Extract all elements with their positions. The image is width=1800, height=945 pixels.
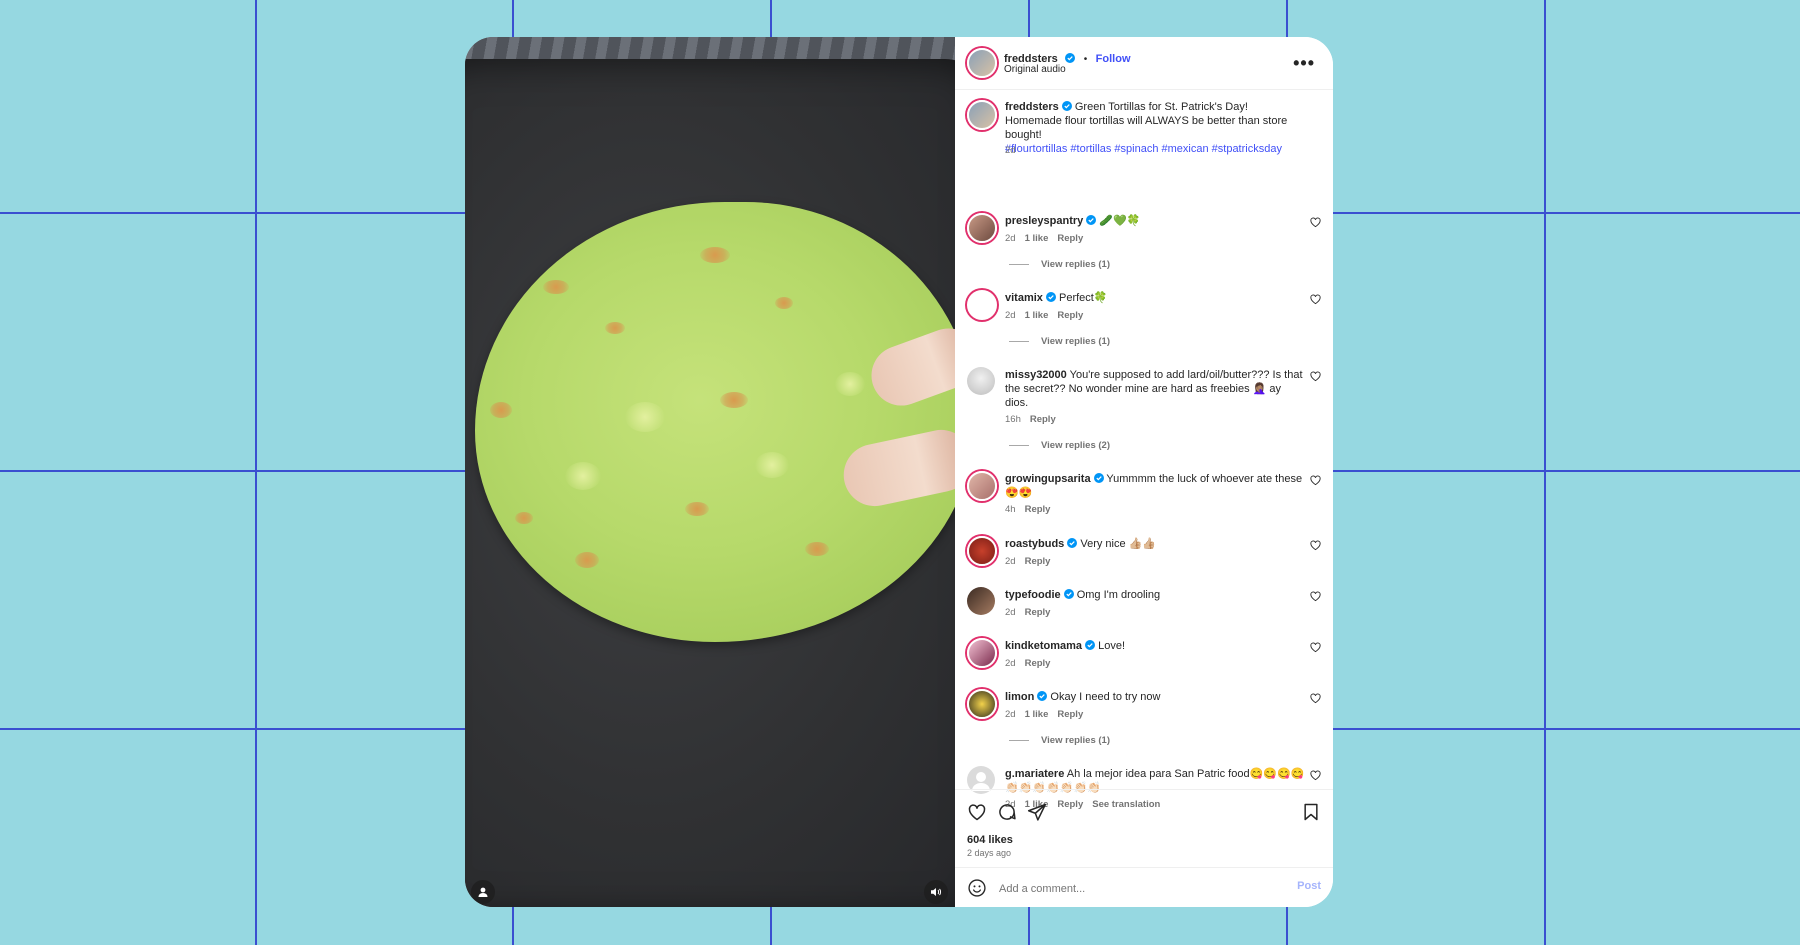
comment-username[interactable]: missy32000 [1005,369,1067,381]
comments-panel: freddsters • Follow Original audio ••• f… [955,37,1333,907]
heart-icon[interactable] [1310,475,1321,486]
view-replies-button[interactable]: View replies (1) [1009,336,1110,347]
heart-icon[interactable] [1310,371,1321,382]
heart-icon[interactable] [1310,591,1321,602]
verified-icon [1061,101,1072,111]
comment-text: Perfect🍀 [1058,292,1108,304]
comment-text: Okay I need to try now [1050,691,1161,703]
post-header: freddsters • Follow Original audio ••• [955,37,1333,90]
comment-list: freddsters Green Tortillas for St. Patri… [955,89,1333,829]
comment-username[interactable]: presleyspantry [1005,215,1083,227]
follow-button[interactable]: Follow [1096,53,1131,65]
reply-button[interactable]: Reply [1025,658,1051,669]
commenter-avatar[interactable] [967,290,997,320]
post-modal: freddsters • Follow Original audio ••• f… [465,37,1333,907]
comment-text: 🥒💚🍀 [1099,215,1141,227]
comment-text: Very nice 👍🏼👍🏼 [1080,538,1157,550]
verified-icon [1065,53,1076,63]
comment-username[interactable]: g.mariatere [1005,768,1064,780]
post-time: 2 days ago [967,848,1012,858]
reply-button[interactable]: Reply [1025,607,1051,618]
separator-dot: • [1083,54,1088,65]
comment-username[interactable]: roastybuds [1005,538,1064,550]
caption-time: 2d [1005,145,1016,156]
verified-icon [1037,691,1048,701]
volume-icon[interactable] [924,880,948,904]
post-video[interactable] [465,37,955,907]
like-heart-icon[interactable] [967,802,987,822]
commenter-avatar[interactable] [967,367,995,395]
reply-button[interactable]: Reply [1057,310,1083,321]
more-options-icon[interactable]: ••• [1293,53,1315,74]
reply-button[interactable]: Reply [1057,709,1083,720]
comment-text: Omg I'm drooling [1076,589,1161,601]
author-avatar[interactable] [967,48,997,78]
comment-username[interactable]: growingupsarita [1005,473,1091,485]
comment-username[interactable]: typefoodie [1005,589,1061,601]
verified-icon [1063,589,1074,599]
likes-count[interactable]: 1 like [1025,233,1049,244]
verified-icon [1085,640,1096,650]
likes-count[interactable]: 604 likes [967,834,1013,846]
commenter-avatar[interactable] [967,536,997,566]
comment-icon[interactable] [997,802,1017,822]
add-comment-bar: Post [955,867,1333,907]
bookmark-icon[interactable] [1301,802,1321,822]
commenter-avatar[interactable] [967,638,997,668]
view-replies-button[interactable]: View replies (1) [1009,735,1110,746]
comment-text: Love! [1098,640,1126,652]
reply-button[interactable]: Reply [1057,233,1083,244]
commenter-avatar[interactable] [967,689,997,719]
emoji-icon[interactable] [967,878,987,898]
verified-icon [1067,538,1078,548]
hashtags[interactable]: #flourtortillas #tortillas #spinach #mex… [1005,143,1282,155]
comment-username[interactable]: limon [1005,691,1034,703]
commenter-avatar[interactable] [967,213,997,243]
caption-text: freddsters Green Tortillas for St. Patri… [1005,101,1288,155]
comment-input[interactable] [997,879,1271,899]
verified-icon [1045,292,1056,302]
commenter-avatar[interactable] [967,587,995,615]
verified-icon [1093,473,1104,483]
comment-username[interactable]: vitamix [1005,292,1043,304]
heart-icon[interactable] [1310,642,1321,653]
heart-icon[interactable] [1310,540,1321,551]
likes-count[interactable]: 1 like [1025,310,1049,321]
view-replies-button[interactable]: View replies (2) [1009,440,1110,451]
post-button[interactable]: Post [1297,880,1321,892]
heart-icon[interactable] [1310,294,1321,305]
reply-button[interactable]: Reply [1030,414,1056,425]
heart-icon[interactable] [1310,770,1321,781]
tagged-user-icon[interactable] [471,880,495,904]
comment-username[interactable]: kindketomama [1005,640,1082,652]
audio-label[interactable]: Original audio [1004,64,1066,75]
verified-icon [1086,215,1097,225]
reply-button[interactable]: Reply [1025,504,1051,515]
heart-icon[interactable] [1310,217,1321,228]
likes-count[interactable]: 1 like [1025,709,1049,720]
post-actions: 604 likes 2 days ago [955,789,1333,858]
reply-button[interactable]: Reply [1025,556,1051,567]
author-avatar[interactable] [967,100,997,130]
commenter-avatar[interactable] [967,471,997,501]
view-replies-button[interactable]: View replies (1) [1009,259,1110,270]
heart-icon[interactable] [1310,693,1321,704]
share-icon[interactable] [1027,802,1047,822]
